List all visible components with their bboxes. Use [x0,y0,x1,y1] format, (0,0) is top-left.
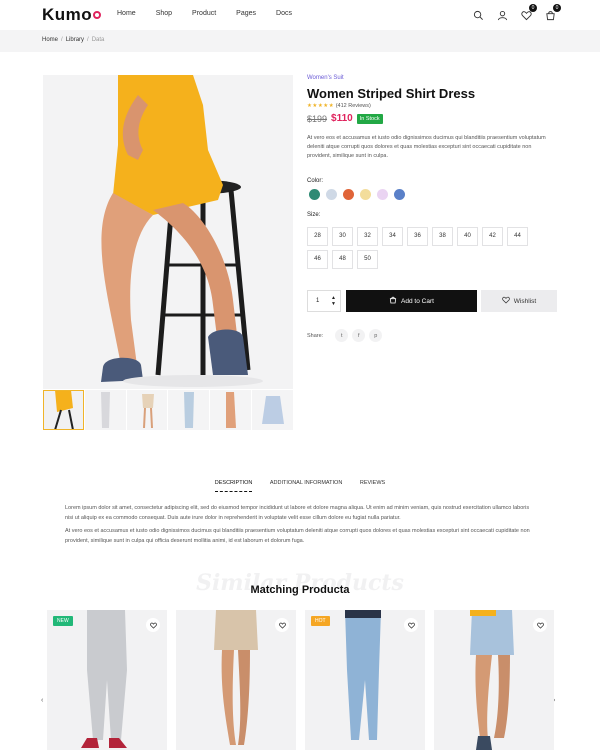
card-tag: NEW [53,616,73,626]
rating-stars: ★★★★★ [307,103,335,109]
color-swatch-2[interactable] [326,189,337,200]
color-swatch-1[interactable] [309,189,320,200]
color-swatch-3[interactable] [343,189,354,200]
section-title: Matching Producta [250,584,350,596]
facebook-icon[interactable]: f [352,329,366,342]
twitter-icon[interactable]: t [335,329,349,342]
wishlist-count-badge: 0 [529,4,537,12]
wishlist-icon[interactable]: 0 [521,4,537,21]
size-option[interactable]: 30 [332,227,353,246]
tab-reviews[interactable]: REVIEWS [360,480,385,491]
size-option[interactable]: 34 [382,227,403,246]
heart-icon[interactable] [275,618,289,632]
product-category[interactable]: Women's Suit [307,75,344,81]
nav-docs[interactable]: Docs [276,10,292,17]
nav-home[interactable]: Home [117,10,136,17]
product-title: Women Striped Shirt Dress [307,86,476,101]
review-count[interactable]: (412 Reviews) [336,103,371,109]
size-option[interactable]: 36 [407,227,428,246]
product-main-image[interactable] [43,75,293,389]
breadcrumb-bar: Home / Library / Data [0,30,600,52]
heart-icon[interactable] [404,618,418,632]
color-swatch-4[interactable] [360,189,371,200]
share-label: Share: [307,332,324,339]
color-swatch-6[interactable] [394,189,405,200]
tab-description[interactable]: DESCRIPTION [214,480,253,492]
breadcrumb-home[interactable]: Home [42,37,58,43]
breadcrumb: Home / Library / Data [42,37,105,43]
nav-pages[interactable]: Pages [236,10,256,17]
product-rating: ★★★★★ (412 Reviews) [307,103,371,109]
color-label: Color: [307,178,324,184]
size-option[interactable]: 50 [357,250,378,269]
size-options: 28 30 32 34 36 38 40 42 44 46 48 50 [307,227,537,269]
wishlist-button[interactable]: Wishlist [481,290,557,312]
share-row: Share: t f p [307,329,383,342]
stepper-arrows-icon[interactable]: ▲ ▼ [331,295,336,307]
size-option[interactable]: 28 [307,227,328,246]
price-row: $199 $110 In Stock [307,113,383,124]
quantity-value: 1 [316,298,320,304]
product-card[interactable]: HOT [305,610,425,750]
size-option[interactable]: 32 [357,227,378,246]
cart-icon [389,296,397,306]
user-icon[interactable] [497,8,508,21]
thumbnail-6[interactable] [252,390,293,430]
carousel-prev-icon[interactable]: ‹ [41,697,43,704]
thumbnail-1[interactable] [43,390,84,430]
logo[interactable]: Kumo [42,5,102,25]
size-option[interactable]: 40 [457,227,478,246]
color-swatch-5[interactable] [377,189,388,200]
site-header: Kumo Home Shop Product Pages Docs 0 0 [0,0,600,30]
current-price: $110 [331,113,353,124]
search-icon[interactable] [473,8,484,20]
thumbnail-2[interactable] [84,390,126,430]
breadcrumb-library[interactable]: Library [66,37,84,43]
breadcrumb-current: Data [91,37,105,43]
heart-icon[interactable] [146,618,160,632]
add-to-cart-label: Add to Cart [401,297,434,305]
stock-badge: In Stock [356,113,383,124]
thumbnail-4[interactable] [168,390,210,430]
size-option[interactable]: 48 [332,250,353,269]
size-option[interactable]: 38 [432,227,453,246]
size-label: Size: [307,212,321,218]
tab-additional-information[interactable]: ADDITIONAL INFORMATION [270,480,342,491]
description-paragraph-2: At vero eos et accusamus et iusto odio d… [65,528,530,544]
card-tag: HOT [311,616,330,626]
quantity-stepper[interactable]: 1 ▲ ▼ [307,290,341,312]
description-paragraph-1: Lorem ipsum dolor sit amet, consectetur … [65,505,530,521]
product-card[interactable]: NEW [47,610,167,750]
product-description: At vero eos et accusamus et iusto odio d… [307,135,546,159]
heart-icon [502,296,510,306]
thumbnail-3[interactable] [126,390,168,430]
old-price: $199 [307,113,328,124]
nav-shop[interactable]: Shop [156,10,172,17]
size-option[interactable]: 46 [307,250,328,269]
heart-icon[interactable] [533,618,547,632]
size-option[interactable]: 42 [482,227,503,246]
main-nav: Home Shop Product Pages Docs [117,10,312,17]
product-card[interactable] [434,610,554,750]
size-option[interactable]: 44 [507,227,528,246]
nav-product[interactable]: Product [192,10,216,17]
product-tabs: DESCRIPTION ADDITIONAL INFORMATION REVIE… [0,480,600,492]
product-card[interactable] [176,610,296,750]
pinterest-icon[interactable]: p [369,329,383,342]
add-to-cart-button[interactable]: Add to Cart [346,290,477,312]
color-swatches [309,189,405,200]
tab-content: Lorem ipsum dolor sit amet, consectetur … [65,504,535,546]
cart-icon[interactable]: 0 [545,4,561,21]
cart-count-badge: 0 [553,4,561,12]
thumbnail-5[interactable] [210,390,252,430]
wishlist-label: Wishlist [513,297,537,305]
product-thumbnails [43,390,293,430]
